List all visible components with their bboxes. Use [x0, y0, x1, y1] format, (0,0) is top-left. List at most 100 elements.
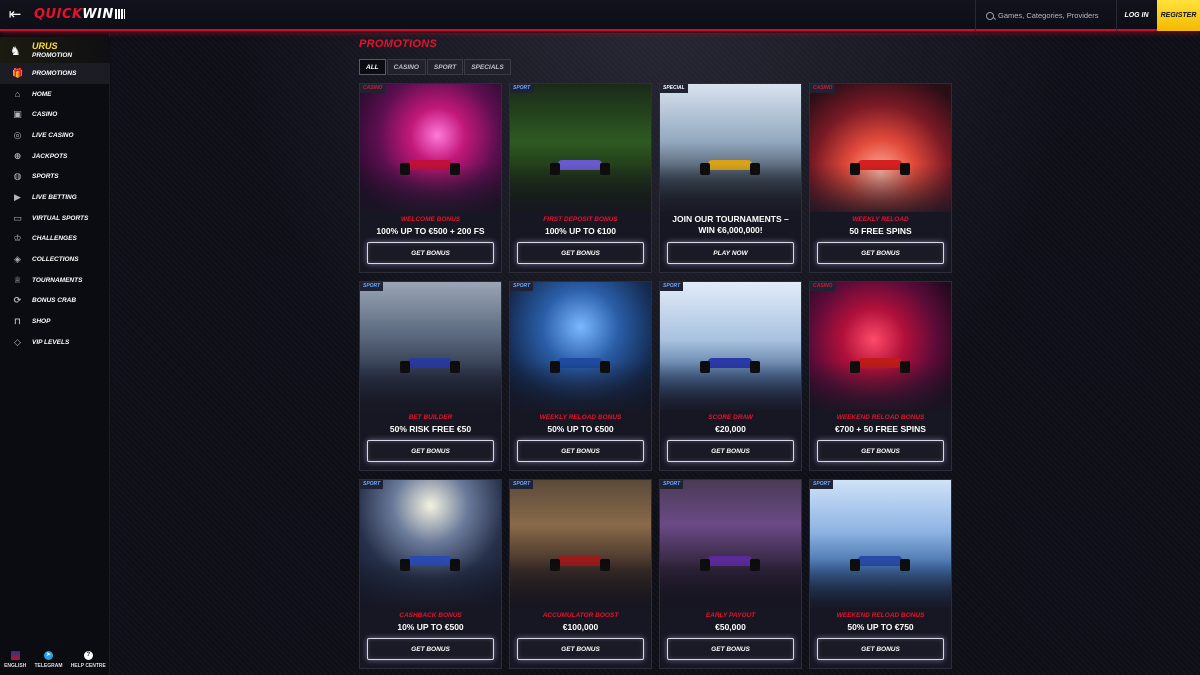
- sidebar-item-promotions[interactable]: 🎁 PROMOTIONS: [0, 63, 110, 84]
- promo-type-label: SCORE DRAW: [708, 414, 753, 421]
- get-bonus-button[interactable]: GET BONUS: [367, 638, 494, 660]
- get-bonus-button[interactable]: GET BONUS: [667, 440, 794, 462]
- tab-all[interactable]: ALL: [359, 59, 386, 75]
- tab-sport[interactable]: SPORT: [426, 59, 464, 75]
- sidebar-item-virtual-sports[interactable]: ▭ VIRTUAL SPORTS: [0, 208, 110, 229]
- search-icon: [986, 11, 994, 20]
- promo-card[interactable]: SPORT CASHBACK BONUS 10% UP TO €500 GET BON…: [359, 479, 502, 669]
- promo-type-label: BET BUILDER: [408, 414, 453, 421]
- login-button[interactable]: LOG IN: [1116, 0, 1156, 31]
- get-bonus-button[interactable]: GET BONUS: [817, 638, 944, 660]
- search-bar[interactable]: [975, 0, 1115, 31]
- promo-type-label: FIRST DEPOSIT BONUS: [543, 216, 618, 223]
- sidebar-item-label: LIVE CASINO: [32, 131, 74, 139]
- category-badge: SPORT: [510, 480, 534, 489]
- gift-icon: 🎁: [12, 67, 24, 78]
- promo-card[interactable]: CASINO WEEKLY RELOAD 50 FREE SPINS GET BONU…: [809, 83, 952, 273]
- get-bonus-button[interactable]: GET BONUS: [817, 242, 944, 264]
- promo-filter-tabs: ALL CASINO SPORT SPECIALS: [359, 59, 512, 75]
- sidebar-item-home[interactable]: ⌂ HOME: [0, 84, 110, 105]
- globe-icon: ⊕: [13, 150, 22, 161]
- sidebar-item-label: SPORTS: [32, 173, 59, 181]
- crab-icon: ⟳: [13, 295, 22, 306]
- sidebar-promo-banner[interactable]: ♞ URUS PROMOTION: [0, 37, 110, 65]
- promo-banner-subtitle: PROMOTION: [32, 52, 73, 59]
- sidebar-item-challenges[interactable]: ♔ CHALLENGES: [0, 229, 110, 250]
- sidebar-item-label: TOURNAMENTS: [32, 276, 83, 284]
- medal-icon: ♔: [13, 233, 22, 244]
- get-bonus-button[interactable]: GET BONUS: [517, 242, 644, 264]
- uk-flag-icon: [10, 651, 20, 660]
- get-bonus-button[interactable]: GET BONUS: [367, 440, 494, 462]
- promo-card[interactable]: CASINO WELCOME BONUS 100% UP TO €500 + 200…: [359, 83, 502, 273]
- help-centre-link[interactable]: ? HELP CENTRE: [71, 651, 106, 675]
- sidebar-item-label: VIP LEVELS: [32, 338, 70, 346]
- search-input[interactable]: [998, 11, 1113, 20]
- sidebar-item-live-casino[interactable]: ◎ LIVE CASINO: [0, 125, 110, 146]
- promo-type-label: WEEKLY RELOAD BONUS: [539, 414, 622, 421]
- sidebar: ♞ URUS PROMOTION 🎁 PROMOTIONS ⌂ HOME ▣ CASINO…: [0, 33, 110, 675]
- promo-card[interactable]: SPORT ACCUMULATOR BOOST €100,000 GET BONUS: [509, 479, 652, 669]
- sidebar-item-tournaments[interactable]: ♕ TOURNAMENTS: [0, 270, 110, 291]
- language-selector[interactable]: ENGLISH: [4, 651, 26, 675]
- sidebar-item-live-betting[interactable]: ▶ LIVE BETTING: [0, 187, 110, 208]
- ball-icon: ◍: [13, 171, 22, 182]
- quickwin-logo[interactable]: QUICKWIN: [34, 6, 125, 24]
- promo-offer-title: €20,000: [715, 424, 746, 434]
- promo-offer-title: 50% UP TO €500: [547, 424, 614, 434]
- tab-casino[interactable]: CASINO: [386, 59, 426, 75]
- get-bonus-button[interactable]: GET BONUS: [667, 638, 794, 660]
- sidebar-item-casino[interactable]: ▣ CASINO: [0, 104, 110, 125]
- sidebar-item-label: VIRTUAL SPORTS: [32, 214, 89, 222]
- help-icon: ?: [83, 651, 93, 660]
- promo-offer-title: €700 + 50 FREE SPINS: [835, 424, 926, 434]
- collections-icon: ◈: [14, 254, 21, 265]
- promo-type-label: CASHBACK BONUS: [399, 612, 462, 619]
- promo-card[interactable]: SPECIAL JOIN OUR TOURNAMENTS – WIN €6,000…: [659, 83, 802, 273]
- sidebar-item-sports[interactable]: ◍ SPORTS: [0, 166, 110, 187]
- promo-offer-title: 50% UP TO €750: [847, 622, 914, 632]
- sidebar-item-collections[interactable]: ◈ COLLECTIONS: [0, 249, 110, 270]
- sidebar-nav: 🎁 PROMOTIONS ⌂ HOME ▣ CASINO ◎ LIVE CASINO ⊕ JACK…: [0, 63, 110, 353]
- sidebar-item-label: BONUS CRAB: [32, 297, 77, 305]
- category-badge: SPORT: [660, 480, 684, 489]
- menu-toggle-icon[interactable]: ⇤: [6, 6, 24, 24]
- home-icon: ⌂: [14, 88, 21, 99]
- get-bonus-button[interactable]: GET BONUS: [367, 242, 494, 264]
- telegram-icon: ➤: [44, 651, 53, 660]
- promo-offer-title: 50 FREE SPINS: [849, 226, 912, 236]
- promo-type-label: ACCUMULATOR BOOST: [542, 612, 619, 619]
- get-bonus-button[interactable]: GET BONUS: [817, 440, 944, 462]
- promo-card[interactable]: SPORT WEEKLY RELOAD BONUS 50% UP TO €500 GE…: [509, 281, 652, 471]
- promo-card[interactable]: SPORT BET BUILDER 50% RISK FREE €50 GET BON…: [359, 281, 502, 471]
- get-bonus-button[interactable]: GET BONUS: [517, 440, 644, 462]
- bag-icon: ⊓: [13, 316, 22, 327]
- chip-icon: ◎: [13, 129, 22, 140]
- promo-offer-title: €50,000: [715, 622, 746, 632]
- sidebar-item-jackpots[interactable]: ⊕ JACKPOTS: [0, 146, 110, 167]
- play-now-button[interactable]: PLAY NOW: [667, 242, 794, 264]
- category-badge: SPORT: [510, 282, 534, 291]
- promo-banner-title: URUS: [32, 41, 58, 51]
- sidebar-item-shop[interactable]: ⊓ SHOP: [0, 311, 110, 332]
- top-header: ⇤ QUICKWIN LOG IN REGISTER: [0, 0, 1200, 31]
- video-icon: ▶: [14, 191, 21, 202]
- promo-card[interactable]: SPORT EARLY PAYOUT €50,000 GET BONUS: [659, 479, 802, 669]
- promo-card[interactable]: CASINO WEEKEND RELOAD BONUS €700 + 50 FREE…: [809, 281, 952, 471]
- slot-machine-icon: ▣: [13, 109, 22, 120]
- promo-card[interactable]: SPORT FIRST DEPOSIT BONUS 100% UP TO €100 G…: [509, 83, 652, 273]
- sidebar-item-vip-levels[interactable]: ◇ VIP LEVELS: [0, 332, 110, 353]
- sidebar-item-label: SHOP: [32, 318, 51, 326]
- sidebar-item-bonus-crab[interactable]: ⟳ BONUS CRAB: [0, 291, 110, 312]
- telegram-link[interactable]: ➤ TELEGRAM: [34, 651, 63, 675]
- promo-type-label: WEEKEND RELOAD BONUS: [836, 414, 925, 421]
- sidebar-item-label: COLLECTIONS: [32, 256, 79, 264]
- category-badge: SPORT: [810, 480, 834, 489]
- promo-card[interactable]: SPORT WEEKEND RELOAD BONUS 50% UP TO €750 G…: [809, 479, 952, 669]
- promo-type-label: WEEKLY RELOAD: [852, 216, 909, 223]
- get-bonus-button[interactable]: GET BONUS: [517, 638, 644, 660]
- register-button[interactable]: REGISTER: [1157, 0, 1200, 31]
- tab-specials[interactable]: SPECIALS: [464, 59, 511, 75]
- category-badge: SPORT: [360, 282, 384, 291]
- promo-card[interactable]: SPORT SCORE DRAW €20,000 GET BONUS: [659, 281, 802, 471]
